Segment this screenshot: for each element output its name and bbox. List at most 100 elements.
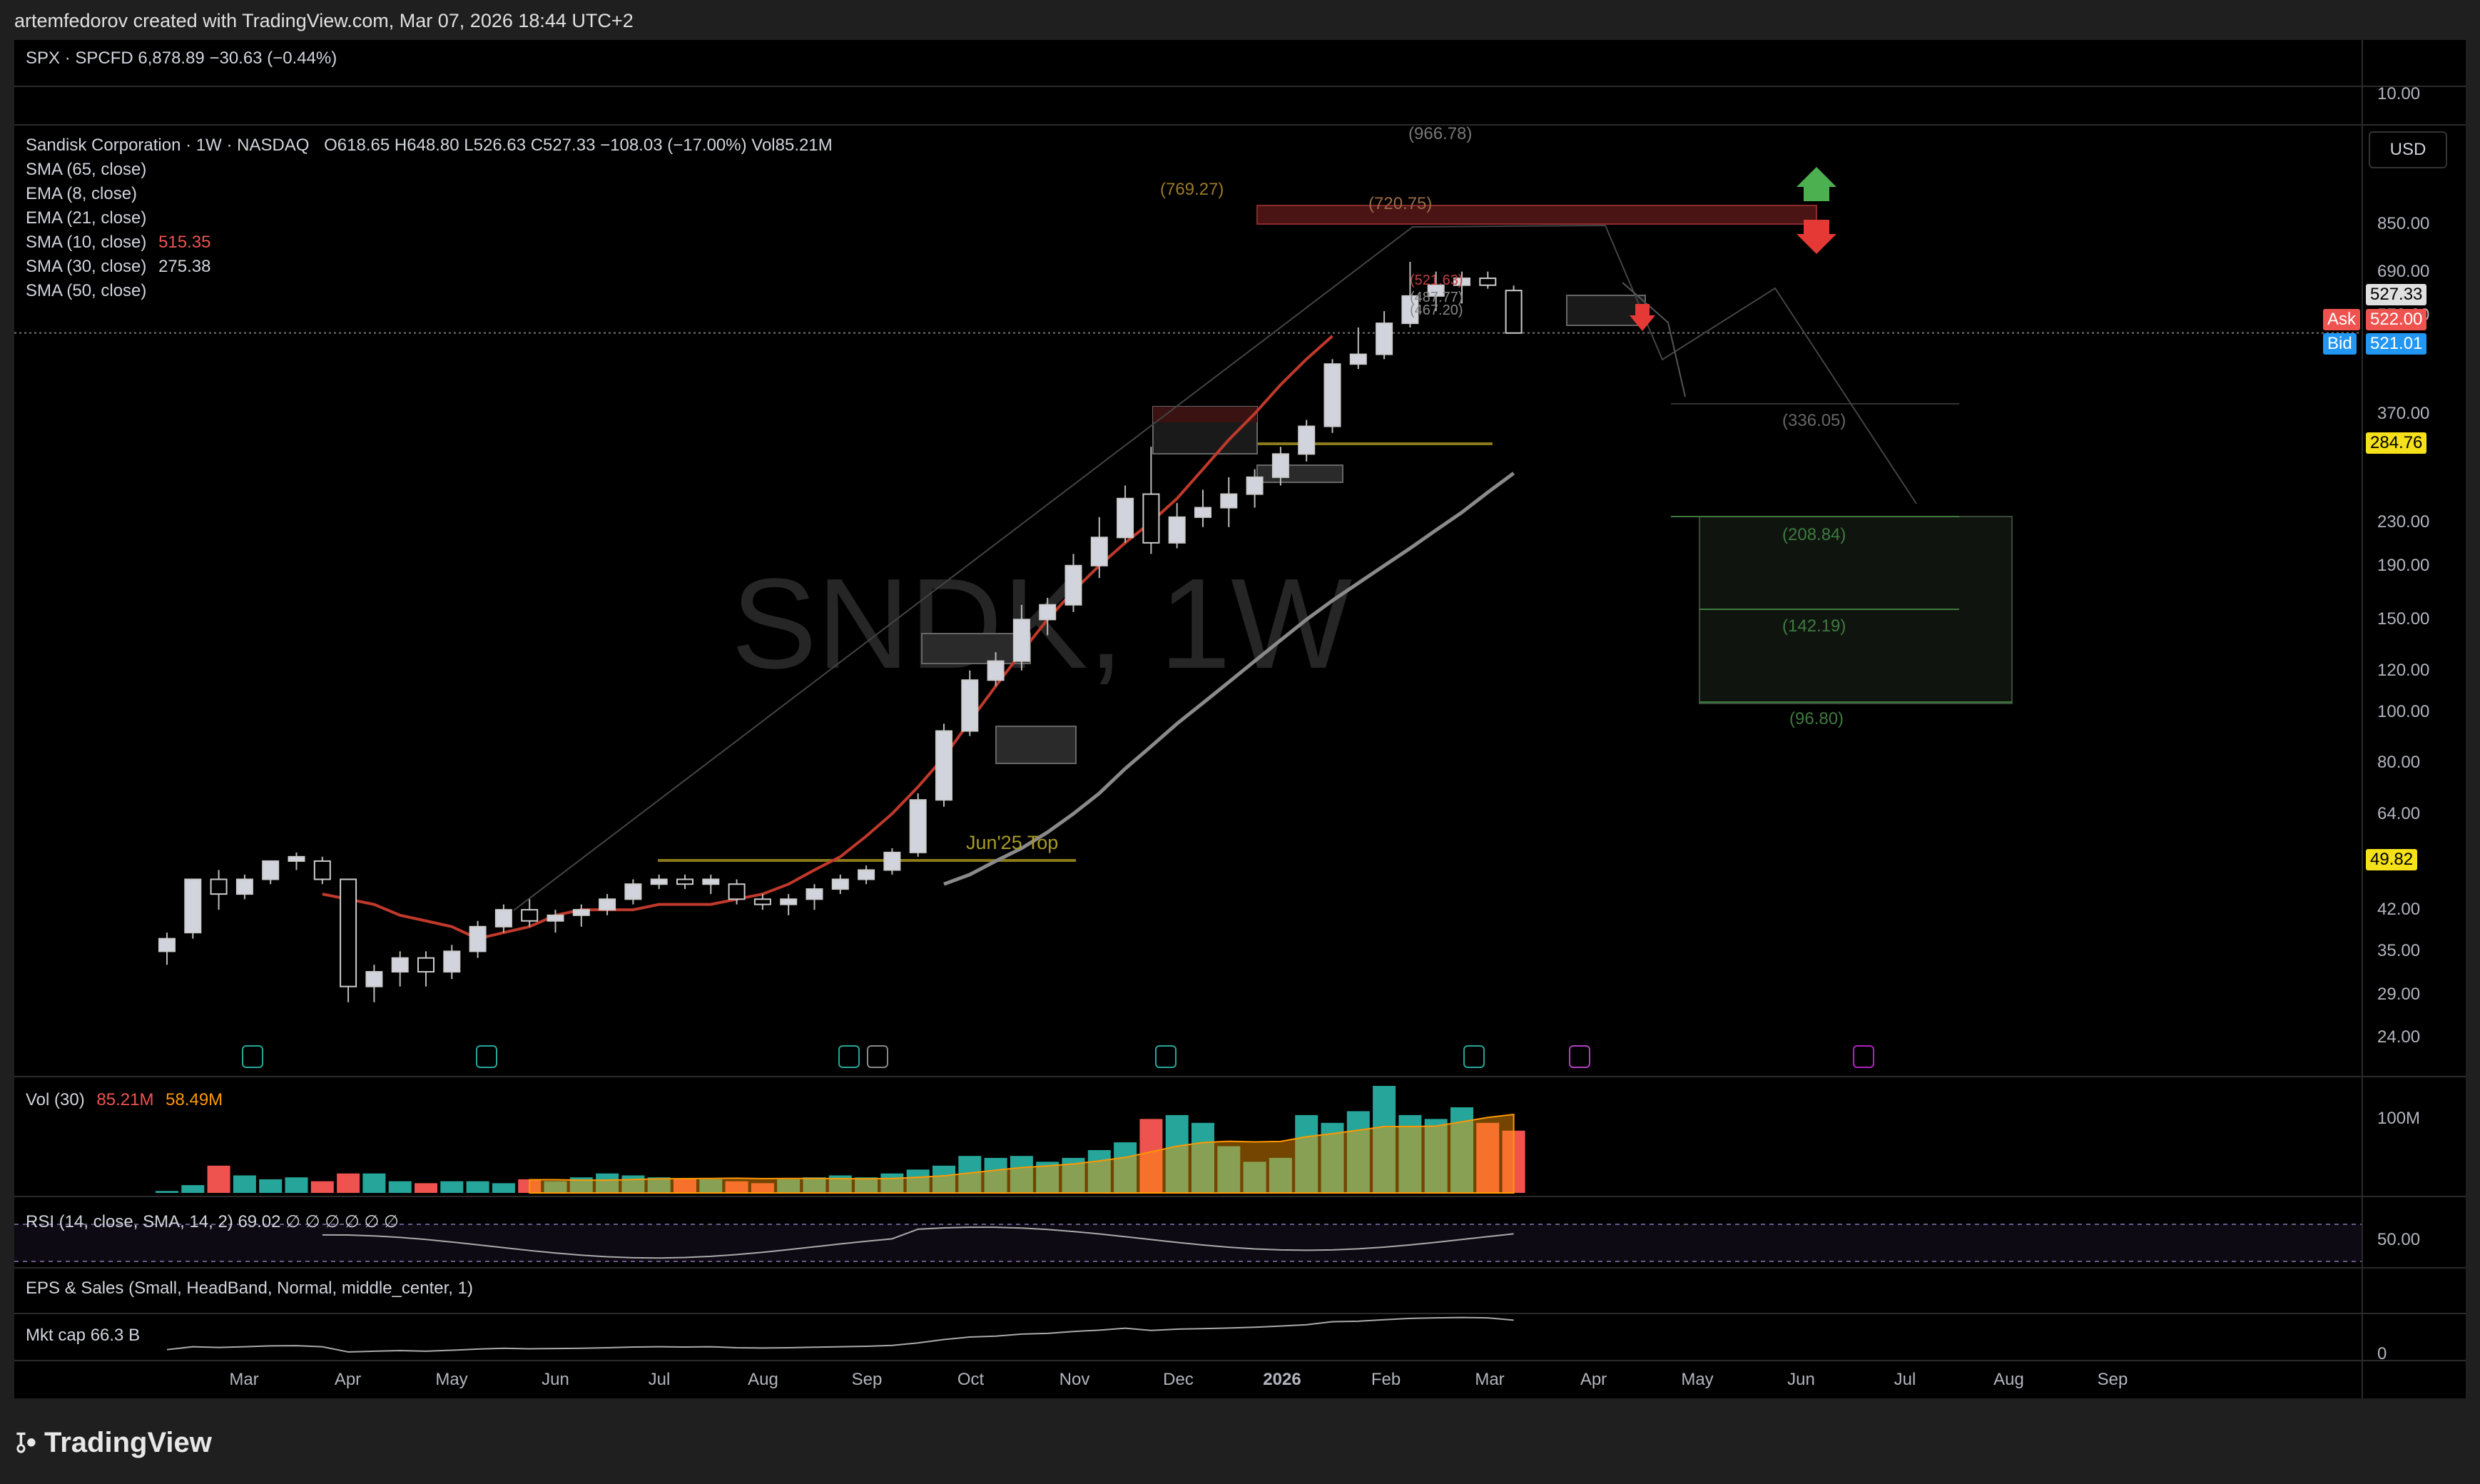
indicator-sma30[interactable]: SMA (30, close) 275.38 [26,257,210,277]
price-tick: 120.00 [2377,660,2430,680]
tradingview-logo[interactable]: ⫱• TradingView [16,1427,212,1459]
time-tick: Apr [1580,1370,1607,1389]
candle [1220,477,1238,527]
time-tick: Aug [748,1370,778,1389]
footer: ⫱• TradingView [0,1398,2480,1484]
indicator-sma10[interactable]: SMA (10, close) 515.35 [26,233,210,253]
chart-area[interactable]: SNDK, 1W SPX · SPCFD 6,878.89 −30.63 (−0… [14,40,2466,1398]
volume-bar [233,1175,256,1193]
price-tick: 64.00 [2377,803,2421,823]
volume-bar [415,1183,437,1193]
price-tick: 29.00 [2377,984,2421,1004]
eps-separator [14,1267,2466,1269]
candle [572,904,590,927]
level-720-label: (720.75) [1368,194,1433,213]
candle [210,870,228,910]
candle [806,884,823,910]
symbol-title: Sandisk Corporation · 1W · NASDAQ [26,136,310,155]
candle [1298,420,1316,462]
time-tick: Sep [2097,1370,2128,1389]
candle [184,878,202,939]
candle [1505,285,1523,334]
candle [780,894,798,915]
candle [417,951,434,987]
candle [935,723,952,807]
indicator-sma65[interactable]: SMA (65, close) [26,160,146,180]
volume-bar [259,1179,283,1193]
price-tick: 850.00 [2377,214,2430,233]
earnings-icon [1569,1045,1590,1068]
candle [1142,447,1160,554]
price-tick: 190.00 [2377,555,2430,575]
volume-bar [466,1181,489,1193]
candle [288,852,305,870]
rsi-axis-label: 50.00 [2377,1230,2421,1249]
volume-bar [362,1173,386,1193]
earnings-icon [1463,1045,1485,1068]
earnings-icon [476,1045,497,1068]
jun25-top-label: Jun'25 Top [966,832,1059,853]
price-tick: 100.00 [2377,701,2430,721]
mkt-separator [14,1313,2466,1314]
vol-axis-label: 100M [2377,1109,2421,1128]
indicator-label: EMA (21, close) [26,208,147,228]
symbol-legend[interactable]: Sandisk Corporation · 1W · NASDAQ O618.6… [26,136,833,156]
candle [831,874,849,895]
sma30-badge: 284.76 [2366,432,2427,454]
candle [909,793,927,857]
time-tick: Jun [1787,1370,1815,1389]
time-tick: Mar [229,1370,259,1389]
mktcap-legend[interactable]: Mkt cap 66.3 B [26,1326,140,1346]
volume-bar [310,1181,334,1193]
indicator-ema21[interactable]: EMA (21, close) [26,208,146,228]
top-bar: artemfedorov created with TradingView.co… [0,0,2480,40]
currency-button[interactable]: USD [2369,131,2447,168]
current-box [1566,295,1646,326]
level-467-label: (467.20) [1410,303,1463,318]
target-208-label: (208.84) [1782,525,1846,544]
price-tick: 690.00 [2377,261,2430,281]
eps-legend[interactable]: EPS & Sales (Small, HeadBand, Normal, mi… [26,1279,473,1298]
price-tick: 150.00 [2377,609,2430,629]
candle [1349,327,1367,370]
candle [676,874,693,890]
candle [624,879,642,905]
price-tick: 80.00 [2377,753,2421,773]
candle [391,951,409,987]
time-tick: Sep [851,1370,883,1389]
candle [961,670,979,736]
time-tick: May [435,1370,468,1389]
indicator-label: EMA (8, close) [26,184,138,203]
indicator-ema8[interactable]: EMA (8, close) [26,184,137,204]
mktcap-axis-label: 0 [2377,1344,2387,1363]
time-tick: Oct [957,1370,985,1389]
candle [1168,503,1186,549]
ohlc-values: O618.65 H648.80 L526.63 C527.33 −108.03 … [324,136,833,155]
time-tick: Aug [1993,1370,2024,1389]
vol-ma-value: 58.49M [166,1090,223,1109]
rsi-legend[interactable]: RSI (14, close, SMA, 14, 2) 69.02 ∅ ∅ ∅ … [26,1211,399,1232]
vol-title: Vol (30) [26,1090,85,1109]
vol-legend[interactable]: Vol (30) 85.21M 58.49M [26,1090,223,1110]
earnings-icon [1853,1045,1874,1068]
time-tick: Jul [648,1370,671,1389]
sep-box [995,726,1077,764]
price-tick: 24.00 [2377,1027,2421,1047]
price-chart[interactable]: SNDK, 1W [14,40,2466,1398]
time-tick: Jun [542,1370,569,1389]
indicator-label: SMA (50, close) [26,281,147,300]
price-tick: 230.00 [2377,512,2430,532]
vol-separator [14,1076,2466,1077]
fib-top-label: (966.78) [1408,124,1473,143]
time-tick: May [1681,1370,1714,1389]
candle [365,965,383,1002]
logo-icon: ⫱• [16,1427,44,1458]
candle [1117,485,1134,543]
candle [158,932,176,965]
candle [1376,311,1393,360]
candle [858,865,875,885]
candle [443,945,461,980]
spx-legend[interactable]: SPX · SPCFD 6,878.89 −30.63 (−0.44%) [26,49,337,68]
level-769-label: (769.27) [1160,180,1224,199]
indicator-sma50[interactable]: SMA (50, close) [26,281,146,301]
